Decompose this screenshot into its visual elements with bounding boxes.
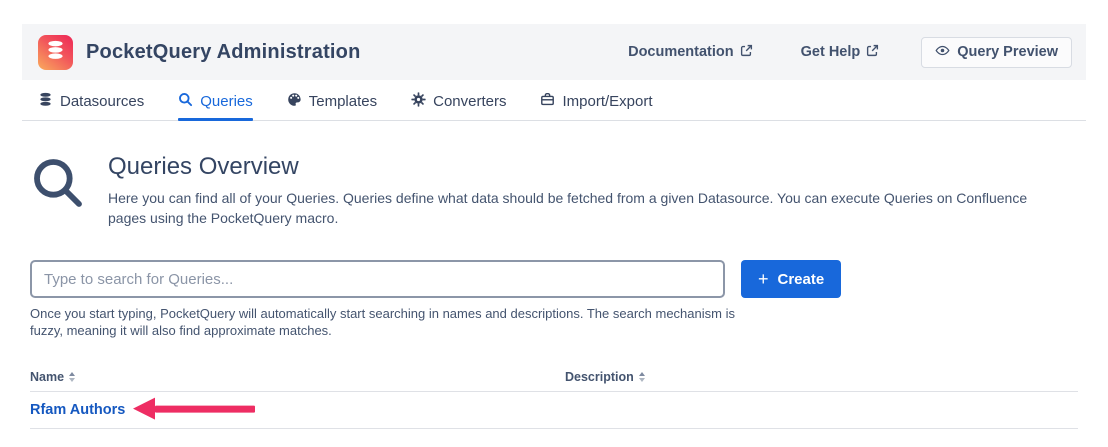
search-helper-text: Once you start typing, PocketQuery will …	[30, 306, 736, 339]
pocketquery-logo	[38, 35, 73, 70]
query-link-rfam-authors[interactable]: Rfam Authors	[30, 402, 125, 418]
main-content: Queries Overview Here you can find all o…	[22, 153, 1086, 429]
external-link-icon	[866, 44, 879, 61]
tab-datasources[interactable]: Datasources	[38, 92, 144, 120]
table-row: Rfam Authors	[30, 392, 1078, 429]
documentation-link[interactable]: Documentation	[628, 44, 753, 61]
section-title: Queries Overview	[108, 153, 1044, 181]
column-header-name-label: Name	[30, 370, 64, 384]
briefcase-icon	[540, 92, 555, 111]
tab-queries-label: Queries	[200, 93, 253, 110]
database-logo-icon	[45, 39, 66, 66]
query-preview-button-label: Query Preview	[957, 44, 1058, 60]
tab-queries[interactable]: Queries	[178, 92, 253, 120]
overview-text: Queries Overview Here you can find all o…	[108, 153, 1044, 228]
admin-tab-bar: Datasources Queries Templates	[22, 80, 1086, 121]
database-icon	[38, 92, 53, 111]
queries-table: Name Description Rfam Authors	[30, 370, 1078, 429]
queries-overview-section: Queries Overview Here you can find all o…	[30, 153, 1078, 228]
sort-icon	[69, 372, 75, 382]
documentation-link-label: Documentation	[628, 44, 734, 60]
tab-converters-label: Converters	[433, 93, 506, 110]
app-header: PocketQuery Administration Documentation…	[22, 24, 1086, 80]
tab-import-export[interactable]: Import/Export	[540, 92, 652, 120]
get-help-link[interactable]: Get Help	[801, 44, 880, 61]
tab-templates[interactable]: Templates	[287, 92, 377, 120]
search-icon	[178, 92, 193, 111]
pocketquery-admin-page: PocketQuery Administration Documentation…	[0, 0, 1108, 429]
section-description: Here you can find all of your Queries. Q…	[108, 188, 1044, 228]
external-link-icon	[740, 44, 753, 61]
create-button[interactable]: + Create	[741, 260, 841, 298]
search-input[interactable]	[30, 260, 725, 298]
query-preview-button[interactable]: Query Preview	[921, 37, 1072, 68]
tab-converters[interactable]: Converters	[411, 92, 506, 120]
palette-icon	[287, 92, 302, 111]
get-help-link-label: Get Help	[801, 44, 861, 60]
column-header-name[interactable]: Name	[30, 370, 565, 384]
query-name-cell: Rfam Authors	[30, 401, 565, 419]
tab-import-export-label: Import/Export	[562, 93, 652, 110]
search-row: + Create	[30, 260, 1078, 298]
column-header-description[interactable]: Description	[565, 370, 1078, 384]
eye-icon	[935, 43, 950, 62]
create-button-label: Create	[778, 271, 825, 288]
magnifier-icon	[30, 155, 86, 228]
gear-icon	[411, 92, 426, 111]
plus-icon: +	[758, 270, 769, 288]
sort-icon	[639, 372, 645, 382]
header-actions: Documentation Get Help	[628, 37, 1072, 68]
page-title: PocketQuery Administration	[86, 41, 361, 64]
table-header-row: Name Description	[30, 370, 1078, 392]
column-header-description-label: Description	[565, 370, 634, 384]
tab-datasources-label: Datasources	[60, 93, 144, 110]
tab-templates-label: Templates	[309, 93, 377, 110]
